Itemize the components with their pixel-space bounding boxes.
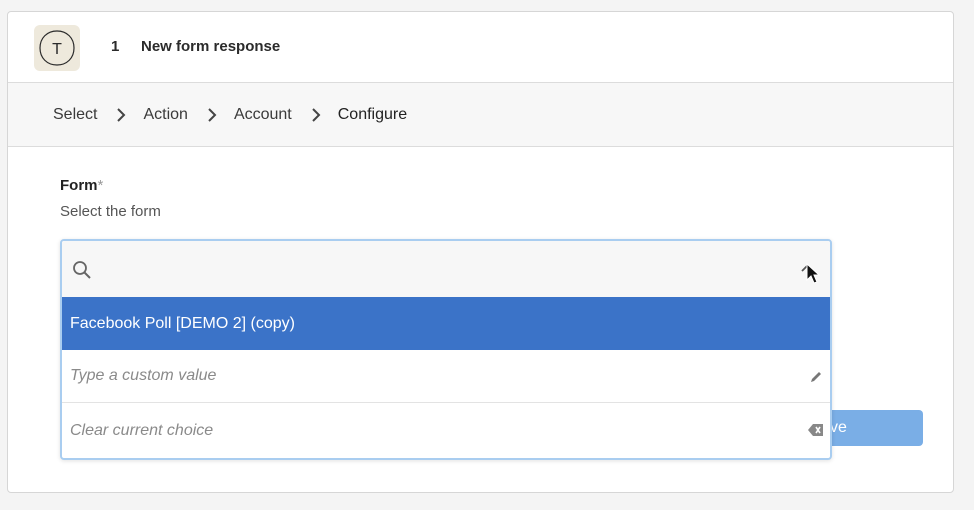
form-field-label: Form* — [60, 177, 103, 194]
option-label: Type a custom value — [70, 367, 217, 384]
dropdown-option-selected[interactable]: Facebook Poll [DEMO 2] (copy) — [62, 297, 830, 350]
breadcrumb-action[interactable]: Action — [143, 106, 187, 124]
step-number: 1 — [111, 38, 120, 55]
option-label: Clear current choice — [70, 421, 214, 439]
chevron-right-icon — [207, 107, 217, 122]
step-card: T 1 New form response Select Action Acco… — [7, 11, 954, 493]
dropdown-search-input[interactable] — [102, 253, 782, 285]
breadcrumb-select[interactable]: Select — [53, 106, 97, 124]
breadcrumb-account[interactable]: Account — [234, 106, 292, 124]
mouse-cursor-icon — [806, 263, 820, 284]
search-icon — [73, 261, 91, 279]
form-field-label-text: Form — [60, 177, 98, 194]
dropdown-option-clear-choice[interactable]: Clear current choice — [62, 403, 830, 458]
chevron-right-icon — [116, 107, 126, 122]
breadcrumb: Select Action Account Configure — [8, 83, 953, 147]
dropdown-option-custom-value[interactable]: Type a custom value — [62, 350, 830, 403]
step-title: New form response — [141, 38, 281, 55]
app-icon-letter: T — [52, 41, 62, 58]
continue-button-label: ve — [830, 419, 847, 436]
required-mark: * — [97, 177, 104, 194]
form-field-help: Select the form — [60, 203, 161, 220]
form-dropdown[interactable]: Facebook Poll [DEMO 2] (copy) Type a cus… — [60, 239, 832, 460]
backspace-clear-icon — [808, 424, 823, 436]
step-header[interactable]: T 1 New form response — [8, 12, 953, 83]
option-label: Facebook Poll [DEMO 2] (copy) — [70, 314, 295, 332]
chevron-right-icon — [311, 107, 321, 122]
typeform-app-icon: T — [34, 25, 80, 71]
breadcrumb-configure[interactable]: Configure — [338, 106, 407, 124]
dropdown-search-row — [62, 241, 830, 297]
pencil-icon — [811, 372, 821, 382]
